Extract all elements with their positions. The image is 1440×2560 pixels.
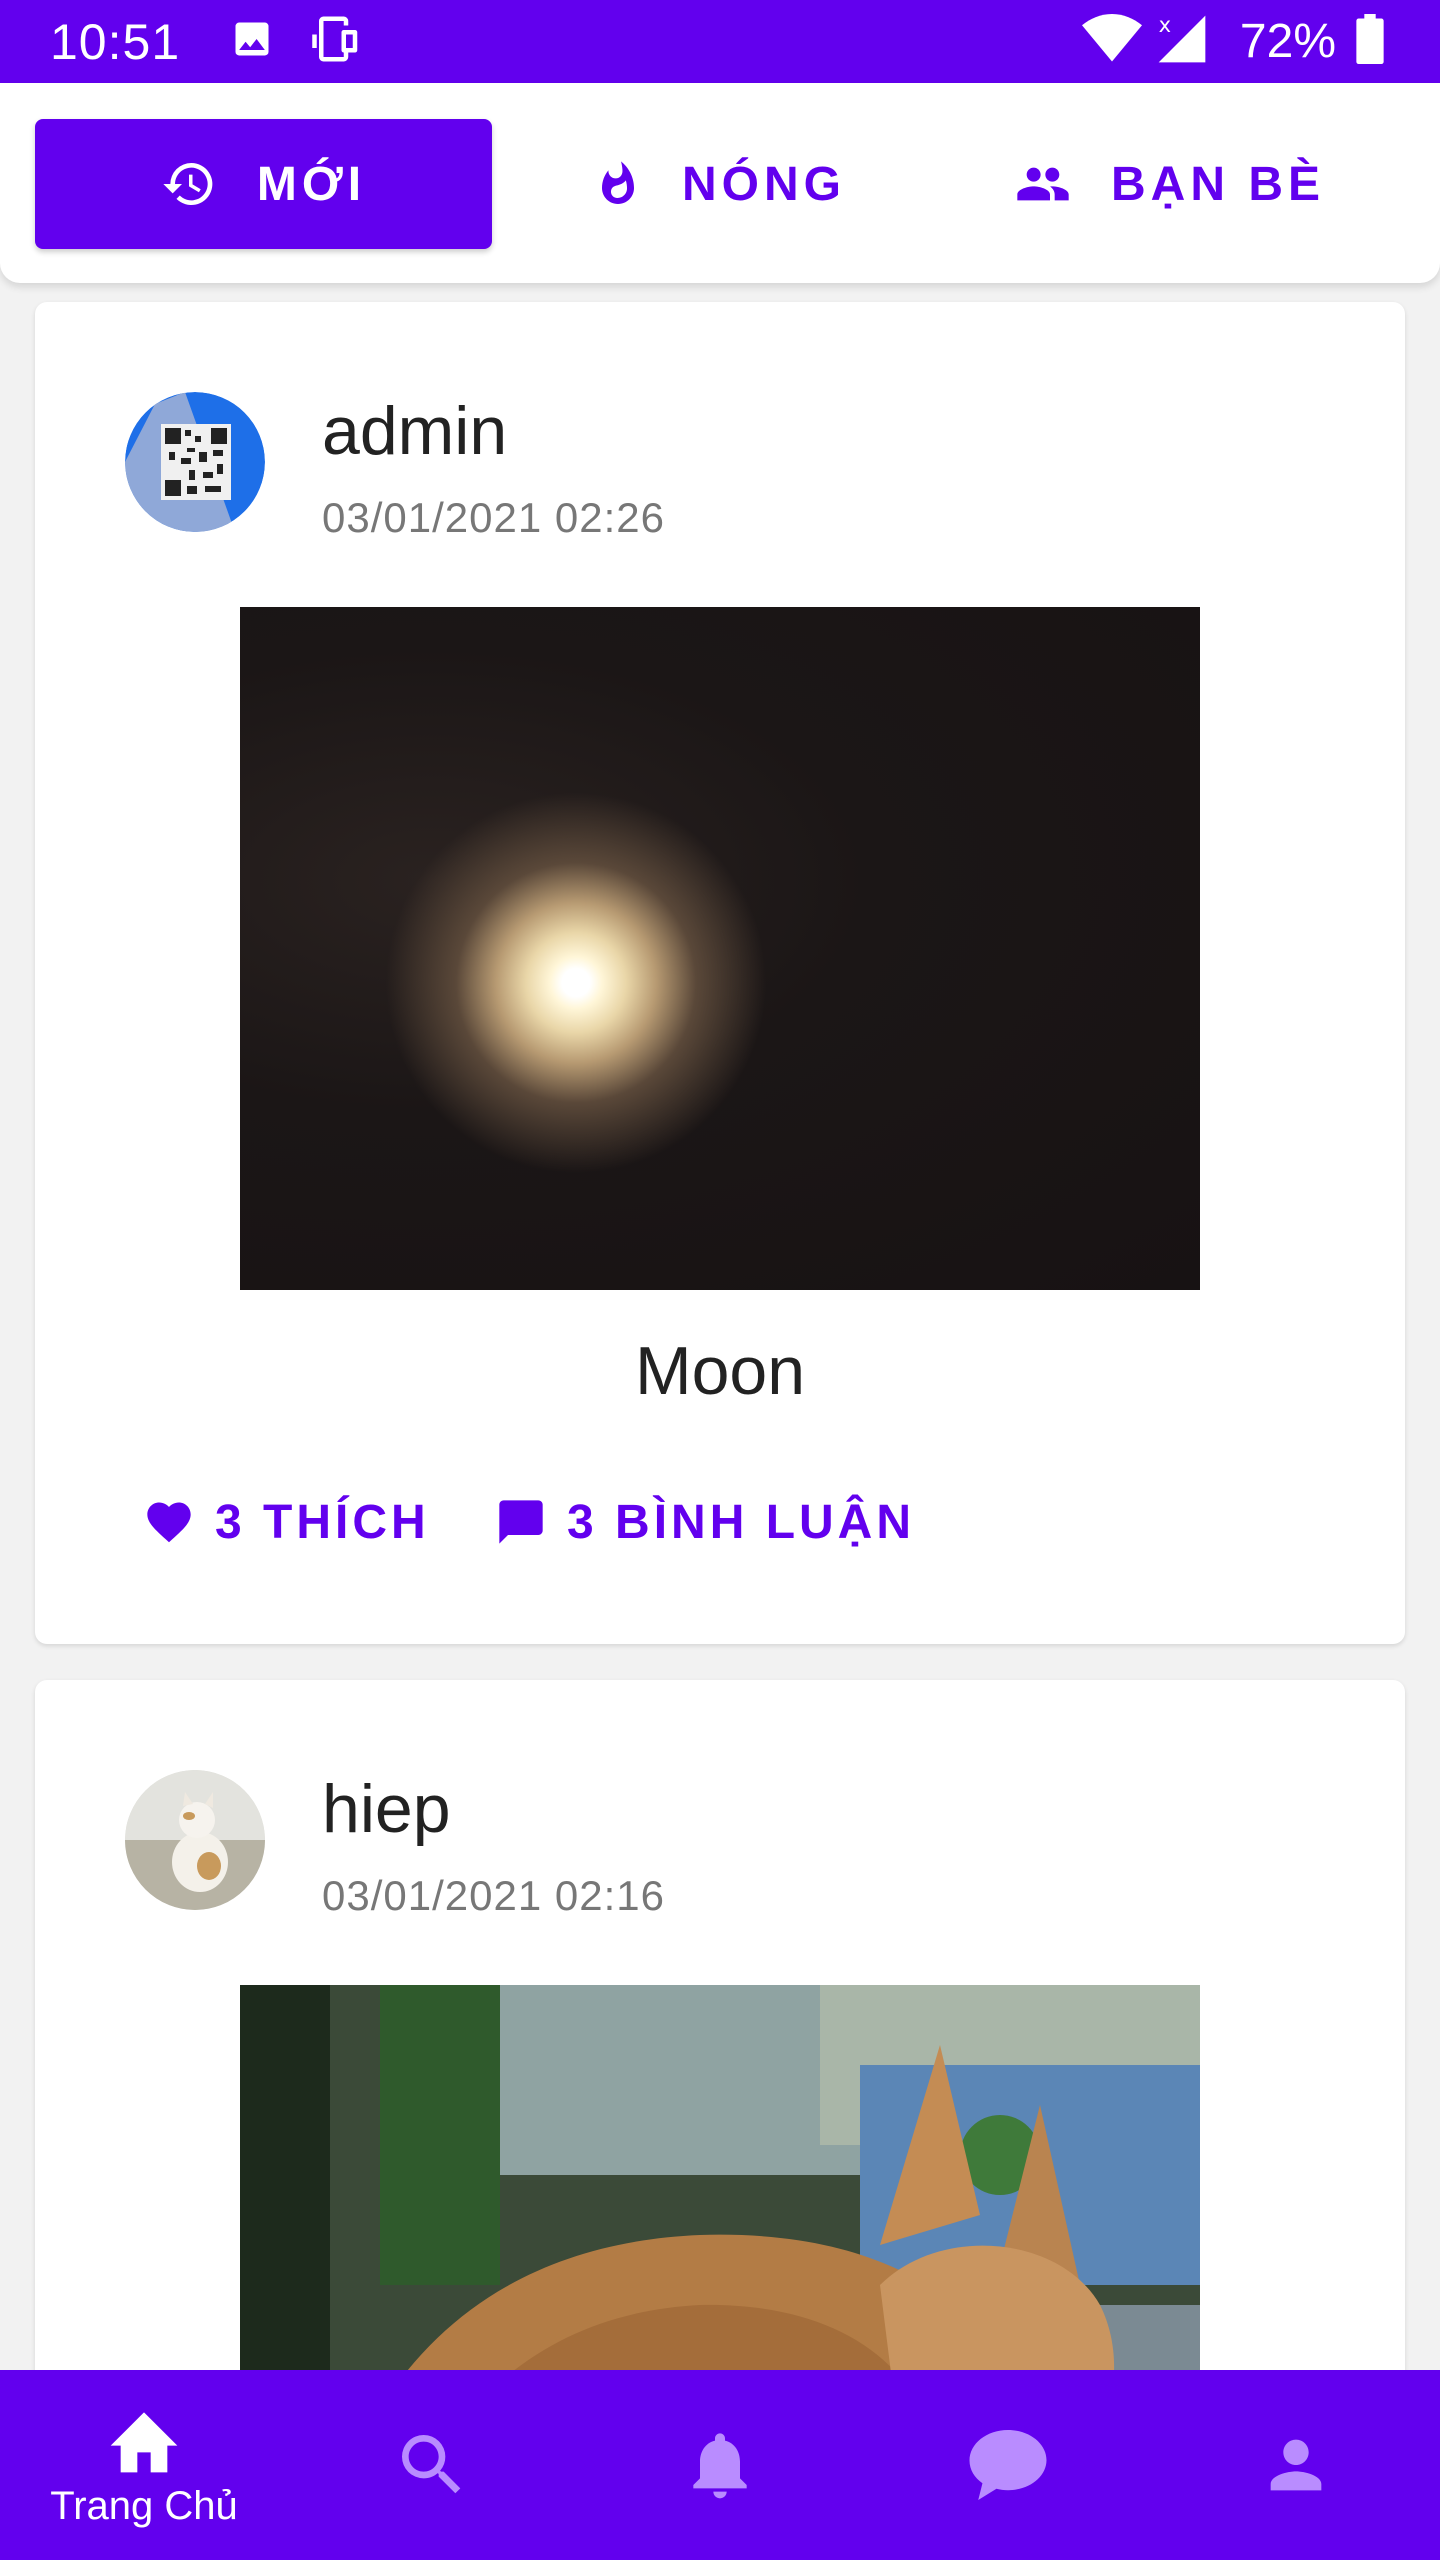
tab-new-label: MỚI [256, 157, 367, 211]
person-icon [1270, 2439, 1322, 2491]
post-time: 03/01/2021 02:16 [322, 1872, 665, 1919]
post-image[interactable] [240, 607, 1200, 1290]
status-right: x 72% [1081, 11, 1396, 72]
chat-icon [969, 2430, 1047, 2500]
bottom-navigation: Trang Chủ [0, 2370, 1440, 2560]
tab-hot-label: NÓNG [682, 157, 846, 211]
svg-text:x: x [1159, 13, 1171, 37]
history-icon [163, 162, 213, 205]
status-bar: 10:51 x 72% [0, 0, 1440, 83]
tab-new[interactable]: MỚI [35, 119, 492, 249]
nav-messages[interactable] [864, 2370, 1152, 2560]
wifi-icon [1081, 14, 1142, 69]
status-time: 10:51 [50, 13, 181, 70]
avatar[interactable] [125, 1770, 265, 1910]
signal-icon: x [1154, 11, 1210, 72]
device-icon [310, 12, 364, 71]
post-time: 03/01/2021 02:26 [322, 494, 665, 541]
comment-icon [499, 1500, 543, 1544]
feed-tabs: MỚI NÓNG BẠN BÈ [0, 83, 1440, 283]
post-caption: Moon [634, 1333, 806, 1409]
author-name[interactable]: hiep [322, 1770, 451, 1848]
battery-percentage: 72% [1239, 15, 1336, 68]
nav-home[interactable]: Trang Chủ [0, 2370, 288, 2560]
nav-profile[interactable] [1152, 2370, 1440, 2560]
like-button[interactable]: 3 THÍCH [143, 1487, 430, 1557]
heart-icon [147, 1502, 191, 1543]
comment-count: 3 BÌNH LUẬN [567, 1495, 916, 1549]
search-icon [402, 2435, 461, 2494]
post-card: admin 03/01/2021 02:26 Moon 3 THÍCH 3 BÌ… [35, 302, 1405, 1644]
nav-search[interactable] [288, 2370, 576, 2560]
fire-icon [602, 161, 634, 204]
tab-friends-label: BẠN BÈ [1110, 157, 1325, 211]
author-name[interactable]: admin [322, 392, 507, 470]
like-count: 3 THÍCH [215, 1495, 430, 1549]
nav-home-label: Trang Chủ [50, 2483, 238, 2528]
tab-hot[interactable]: NÓNG [560, 119, 880, 249]
bell-icon [693, 2433, 747, 2499]
people-icon [1017, 167, 1069, 201]
avatar[interactable] [125, 392, 265, 532]
nav-notifications[interactable] [576, 2370, 864, 2560]
moon-photo [240, 607, 1200, 1290]
status-left: 10:51 [50, 12, 400, 71]
tab-friends[interactable]: BẠN BÈ [990, 119, 1350, 249]
comment-button[interactable]: 3 BÌNH LUẬN [495, 1487, 915, 1557]
battery-icon [1356, 14, 1384, 69]
image-icon [230, 17, 274, 66]
home-icon [110, 2411, 178, 2472]
